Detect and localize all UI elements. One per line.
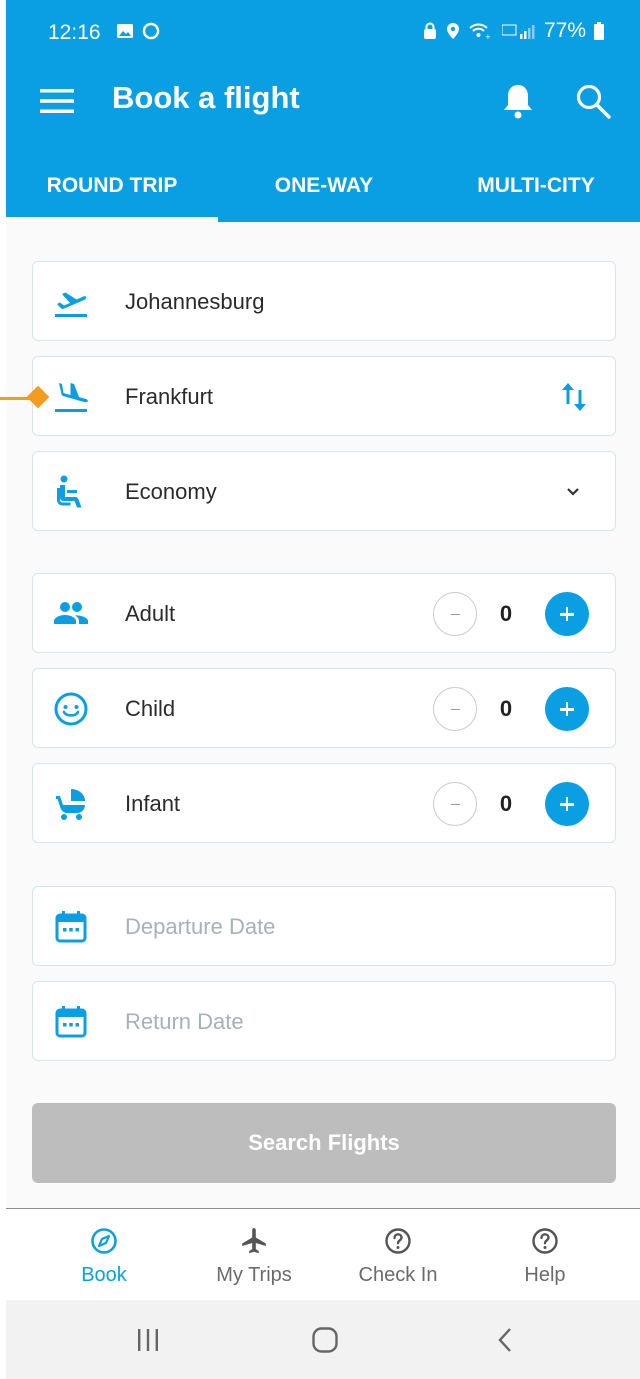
location-icon <box>446 23 459 39</box>
help-circle-icon <box>385 1228 411 1254</box>
battery-icon <box>594 22 604 40</box>
child-face-icon <box>54 692 88 726</box>
status-time: 12:16 <box>48 21 101 44</box>
tab-multi-city[interactable]: MULTI-CITY <box>430 150 640 222</box>
search-flights-button[interactable]: Search Flights <box>32 1103 616 1183</box>
nav-label: Book <box>81 1264 127 1286</box>
destination-value: Frankfurt <box>125 384 214 409</box>
battery-percent: 77% <box>543 19 586 42</box>
bell-icon[interactable] <box>502 82 534 120</box>
passenger-label: Child <box>125 696 176 721</box>
nav-label: My Trips <box>216 1264 292 1286</box>
wifi-icon: + <box>469 23 491 40</box>
signal-icon <box>501 24 535 39</box>
return-date-field[interactable]: Return Date <box>32 981 616 1061</box>
back-icon[interactable] <box>492 1326 520 1354</box>
adult-increment-button[interactable] <box>545 592 589 636</box>
nav-book[interactable]: Book <box>44 1209 164 1301</box>
cabin-class-select[interactable]: Economy <box>32 451 616 531</box>
help-circle-icon <box>532 1228 558 1254</box>
passenger-label: Infant <box>125 791 181 816</box>
cabin-class-value: Economy <box>125 479 217 504</box>
page-title: Book a flight <box>112 80 300 115</box>
compass-icon <box>91 1228 117 1254</box>
calendar-icon <box>55 1006 87 1038</box>
child-increment-button[interactable] <box>545 687 589 731</box>
passenger-label: Adult <box>125 601 176 626</box>
child-decrement-button[interactable] <box>433 687 477 731</box>
menu-icon[interactable] <box>40 88 74 114</box>
takeoff-icon <box>55 292 87 317</box>
adult-decrement-button[interactable] <box>433 592 477 636</box>
status-bar: 12:16 + 77% <box>6 0 640 64</box>
bottom-navigation: Book My Trips Check In Help <box>6 1208 640 1300</box>
people-icon <box>54 602 88 624</box>
search-icon[interactable] <box>574 82 612 120</box>
nav-help[interactable]: Help <box>485 1209 605 1301</box>
status-indicators: + 77% <box>422 19 604 43</box>
seat-icon <box>57 475 82 508</box>
infant-decrement-button[interactable] <box>433 782 477 826</box>
tab-label: MULTI-CITY <box>477 174 595 197</box>
airplane-icon <box>242 1228 266 1254</box>
child-passenger-row: Child 0 <box>32 668 616 748</box>
origin-value: Johannesburg <box>125 289 265 314</box>
nav-my-trips[interactable]: My Trips <box>194 1209 314 1301</box>
child-count: 0 <box>499 696 513 721</box>
infant-increment-button[interactable] <box>545 782 589 826</box>
origin-field[interactable]: Johannesburg <box>32 261 616 341</box>
tab-one-way[interactable]: ONE-WAY <box>218 150 430 222</box>
tab-label: ROUND TRIP <box>46 174 178 197</box>
tab-round-trip[interactable]: ROUND TRIP <box>6 150 218 222</box>
departure-date-field[interactable]: Departure Date <box>32 886 616 966</box>
sync-icon <box>142 22 160 40</box>
top-app-bar: 12:16 + 77% Book a flight ROUND TRIP ONE… <box>6 0 640 222</box>
infant-count: 0 <box>499 791 513 816</box>
trip-type-tabs: ROUND TRIP ONE-WAY MULTI-CITY <box>6 150 640 222</box>
system-navigation-bar <box>6 1300 640 1379</box>
app-screen: 12:16 + 77% Book a flight ROUND TRIP ONE… <box>6 0 640 1379</box>
recent-apps-icon[interactable] <box>134 1326 162 1354</box>
lock-icon <box>423 22 436 39</box>
nav-check-in[interactable]: Check In <box>338 1209 458 1301</box>
nav-label: Help <box>524 1264 566 1286</box>
gallery-icon <box>117 24 133 38</box>
tab-label: ONE-WAY <box>274 174 374 197</box>
adult-passenger-row: Adult 0 <box>32 573 616 653</box>
landing-icon <box>55 383 88 412</box>
destination-field[interactable]: Frankfurt <box>32 356 616 436</box>
nav-label: Check In <box>358 1264 438 1286</box>
home-icon[interactable] <box>311 1326 339 1354</box>
svg-text:+: + <box>485 33 491 40</box>
chevron-down-icon[interactable] <box>563 482 583 502</box>
infant-passenger-row: Infant 0 <box>32 763 616 843</box>
return-date-placeholder: Return Date <box>125 1009 244 1034</box>
stroller-icon <box>56 789 85 820</box>
departure-date-placeholder: Departure Date <box>125 914 276 939</box>
adult-count: 0 <box>499 601 513 626</box>
swap-icon[interactable] <box>559 379 589 415</box>
calendar-icon <box>55 911 87 943</box>
